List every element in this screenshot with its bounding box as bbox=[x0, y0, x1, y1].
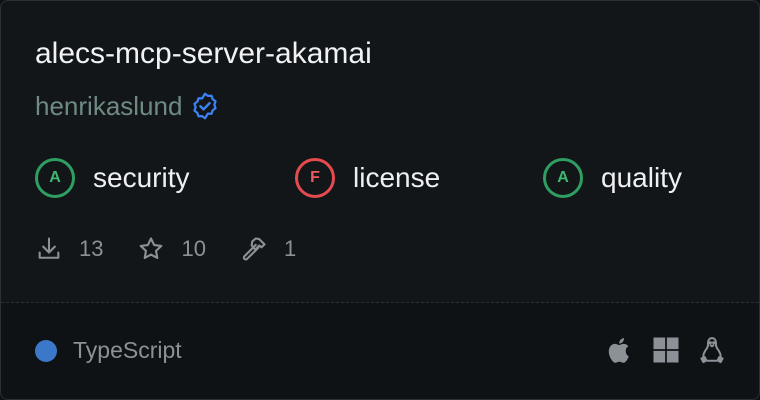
windows-icon bbox=[651, 335, 681, 365]
verified-badge-icon bbox=[190, 91, 220, 121]
server-card[interactable]: alecs-mcp-server-akamai henrikaslund A s… bbox=[0, 0, 760, 400]
star-icon bbox=[137, 235, 165, 263]
license-score[interactable]: F license bbox=[295, 155, 440, 201]
downloads-stat: 13 bbox=[35, 235, 103, 263]
platform-icons bbox=[605, 335, 727, 365]
quality-grade-badge: A bbox=[543, 158, 583, 198]
quality-label: quality bbox=[601, 162, 682, 193]
stars-count: 10 bbox=[181, 236, 206, 261]
license-label: license bbox=[353, 162, 441, 193]
tools-stat: 1 bbox=[240, 235, 296, 263]
card-footer: TypeScript bbox=[1, 303, 759, 399]
download-icon bbox=[35, 235, 63, 263]
author-name[interactable]: henrikaslund bbox=[35, 91, 182, 122]
downloads-count: 13 bbox=[79, 236, 104, 261]
hammer-icon bbox=[240, 235, 268, 263]
stats-row: 13 10 1 bbox=[35, 231, 330, 267]
security-grade-badge: A bbox=[35, 158, 75, 198]
language-indicator: TypeScript bbox=[35, 337, 182, 364]
license-grade-badge: F bbox=[295, 158, 335, 198]
quality-score[interactable]: A quality bbox=[543, 155, 682, 201]
stars-stat: 10 bbox=[137, 235, 206, 263]
linux-icon bbox=[697, 335, 727, 365]
tools-count: 1 bbox=[283, 236, 297, 261]
security-score[interactable]: A security bbox=[35, 155, 189, 201]
apple-icon bbox=[605, 335, 635, 365]
language-name: TypeScript bbox=[73, 337, 182, 363]
security-label: security bbox=[93, 162, 190, 193]
server-title[interactable]: alecs-mcp-server-akamai bbox=[35, 35, 372, 73]
language-color-dot bbox=[35, 339, 57, 362]
author-row: henrikaslund bbox=[35, 89, 220, 123]
